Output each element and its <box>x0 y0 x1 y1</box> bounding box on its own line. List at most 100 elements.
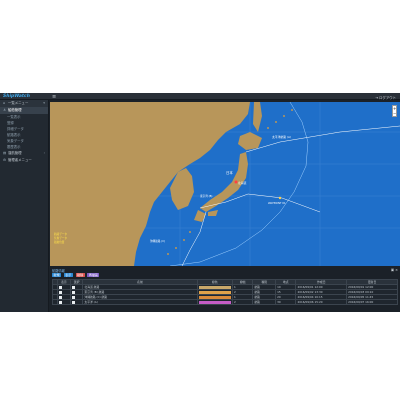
type-value: 航路 <box>254 285 260 289</box>
app-window: ShipWatch ≡ ⇥ ログアウト ⌂ 一覧メニュー ▾ ⚓ 船舶管理 一覧表示… <box>0 93 400 312</box>
logout-button[interactable]: ⇥ ログアウト <box>375 95 396 100</box>
chart-icon: ▤ <box>3 151 7 155</box>
logout-label: ログアウト <box>379 95 396 100</box>
sidebar: ⌂ 一覧メニュー ▾ ⚓ 船舶管理 一覧表示 登録 詳細データ 航路表示 気象データ… <box>0 100 49 312</box>
sidebar-item-label: 詳細データ <box>7 127 24 131</box>
created-value: 2016/09/06 15:20 <box>297 300 323 304</box>
created-value: 2016/09/02 13:30 <box>297 290 323 294</box>
hamburger-icon[interactable]: ≡ <box>52 94 56 100</box>
table-row[interactable]: 太平洋 (A) 2 航路 30 2016/09/06 15:20 2016/09/07 1… <box>51 299 398 305</box>
visible-checkbox[interactable] <box>59 290 63 294</box>
sidebar-item-label: 運航管理 <box>8 151 22 155</box>
label-route-mid: 東京湾 (B) <box>200 194 212 198</box>
points-value: 30 <box>277 300 281 304</box>
delete-button[interactable]: 削除 <box>75 273 85 277</box>
route-name: 北海道 航路 <box>84 285 100 289</box>
cell-select[interactable] <box>69 299 84 305</box>
top-bar: ShipWatch ≡ ⇥ ログアウト <box>0 93 400 100</box>
line-width-value: 1 <box>234 295 236 299</box>
line-color-swatch[interactable] <box>198 295 232 299</box>
cell-line-color[interactable] <box>196 294 234 300</box>
home-icon: ⌂ <box>3 101 6 105</box>
redraw-button[interactable]: 再描画 <box>87 273 100 277</box>
label-waypoint: WAYPOINT 01 <box>268 201 286 205</box>
type-value: 航路 <box>254 290 260 294</box>
sidebar-menu-title-label: 一覧メニュー <box>8 101 29 105</box>
close-icon[interactable]: × <box>395 268 398 272</box>
new-button[interactable]: 新規 <box>52 273 62 277</box>
cell-line-width: 2 <box>232 299 254 305</box>
sidebar-item-admin[interactable]: ⚙ 管理者メニュー <box>0 157 48 164</box>
cell-line-color[interactable] <box>196 284 234 290</box>
sidebar-item-label: 登録 <box>7 121 14 125</box>
select-checkbox[interactable] <box>71 285 75 289</box>
gear-icon: ⚙ <box>3 158 7 162</box>
points-value: 20 <box>277 295 281 299</box>
map-view[interactable]: 日本 太平洋航路 (A) 北海道 東京湾 (B) WAYPOINT 01 沖縄航… <box>50 102 400 266</box>
type-value: 航路 <box>254 300 260 304</box>
route-panel: 航路情報 ▣ × 新規 表示 削除 再描画 表示 選択 名前 線色 線幅 種別 … <box>50 267 400 312</box>
select-checkbox[interactable] <box>71 290 75 294</box>
cell-line-color[interactable] <box>196 299 234 305</box>
label-marker: 北海道 <box>238 181 247 185</box>
visible-checkbox[interactable] <box>59 300 63 304</box>
label-route-top: 太平洋航路 (A) <box>272 135 291 139</box>
route-name: 東京湾 (B) 航路 <box>84 290 105 294</box>
route-table: 表示 選択 名前 線色 線幅 種別 地点 作成日 更新日 北海道 航路 1 航路 10… <box>51 279 398 305</box>
panel-controls: ▣ × <box>391 268 398 272</box>
created-value: 2016/09/01 12:00 <box>297 285 323 289</box>
select-checkbox[interactable] <box>71 300 75 304</box>
chevron-right-icon: › <box>43 151 45 155</box>
sidebar-menu-title[interactable]: ⌂ 一覧メニュー ▾ <box>0 100 48 107</box>
app-title: ShipWatch <box>3 94 30 99</box>
route-name: 太平洋 (A) <box>84 300 98 304</box>
line-width-value: 1 <box>234 285 236 289</box>
type-value: 航路 <box>254 295 260 299</box>
action-buttons: 新規 表示 削除 再描画 <box>52 272 101 277</box>
line-color-swatch[interactable] <box>198 285 232 289</box>
updated-value: 2016/09/01 12:00 <box>348 285 374 289</box>
ship-icon: ⚓ <box>3 108 7 112</box>
cell-type: 航路 <box>252 299 277 305</box>
cell-points: 30 <box>275 299 297 305</box>
cell-created: 2016/09/06 15:20 <box>295 299 348 305</box>
map-canvas: 日本 太平洋航路 (A) 北海道 東京湾 (B) WAYPOINT 01 沖縄航… <box>50 102 400 266</box>
cell-line-color[interactable] <box>196 289 234 295</box>
route-name: 沖縄航路 (C) 航路 <box>84 295 108 299</box>
points-value: 10 <box>277 285 281 289</box>
sidebar-item-label: 船舶管理 <box>8 108 22 112</box>
visible-checkbox[interactable] <box>59 295 63 299</box>
sidebar-item-label: 履歴表示 <box>7 145 21 149</box>
updated-value: 2016/09/03 09:10 <box>348 290 374 294</box>
line-color-swatch[interactable] <box>198 300 232 304</box>
created-value: 2016/09/04 10:15 <box>297 295 323 299</box>
map-legend-2: 気象データ <box>54 236 67 240</box>
cell-visible[interactable] <box>57 299 71 305</box>
updated-value: 2016/09/07 16:00 <box>348 300 374 304</box>
line-width-value: 2 <box>234 290 236 294</box>
cell-name[interactable]: 太平洋 (A) <box>82 299 198 305</box>
sidebar-item-operations[interactable]: ▤ 運航管理 › <box>0 150 48 157</box>
sidebar-item-label: 航路表示 <box>7 133 21 137</box>
cell-updated: 2016/09/07 16:00 <box>346 299 398 305</box>
map-legend-3: 船舶位置 <box>54 240 65 244</box>
waypoint-marker[interactable] <box>278 196 282 200</box>
sidebar-item-label: 管理者メニュー <box>8 158 32 162</box>
visible-checkbox[interactable] <box>59 285 63 289</box>
updated-value: 2016/09/05 11:45 <box>348 295 374 299</box>
line-width-value: 2 <box>234 300 236 304</box>
expand-icon[interactable]: ▣ <box>391 268 394 272</box>
select-checkbox[interactable] <box>71 295 75 299</box>
map-legend-1: 航路データ <box>54 232 67 236</box>
line-color-swatch[interactable] <box>198 290 232 294</box>
show-button[interactable]: 表示 <box>63 273 73 277</box>
label-japan: 日本 <box>226 170 233 175</box>
points-value: 15 <box>277 290 281 294</box>
label-route-south: 沖縄航路 (C) <box>150 239 165 243</box>
sidebar-item-ship-management[interactable]: ⚓ 船舶管理 <box>0 107 48 114</box>
zoom-out-button[interactable]: − <box>393 111 396 116</box>
zoom-control: + − <box>392 105 397 117</box>
sidebar-item-label: 気象データ <box>7 139 24 143</box>
sidebar-item-label: 一覧表示 <box>7 115 21 119</box>
chevron-down-icon: ▾ <box>43 101 45 105</box>
